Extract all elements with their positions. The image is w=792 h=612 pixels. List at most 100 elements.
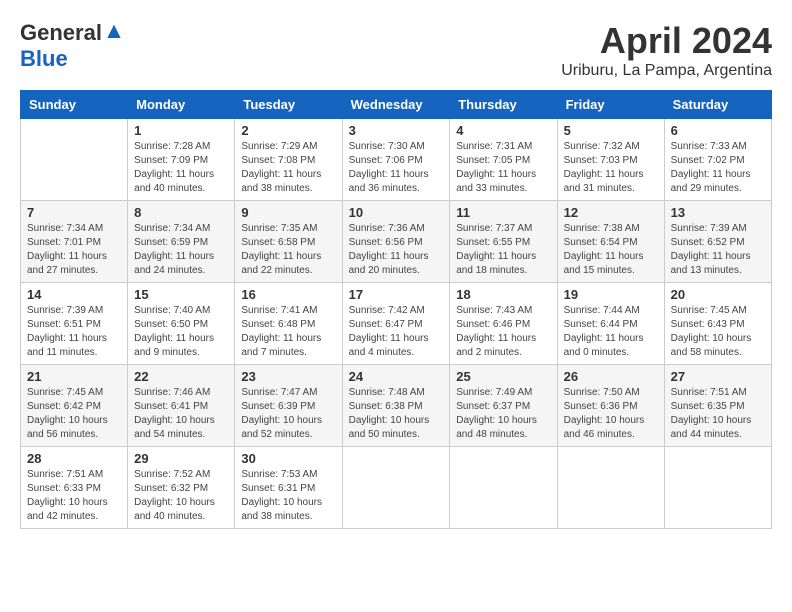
logo-general-text: General xyxy=(20,20,102,46)
calendar-week-row: 28 Sunrise: 7:51 AM Sunset: 6:33 PM Dayl… xyxy=(21,447,772,529)
calendar-cell: 9 Sunrise: 7:35 AM Sunset: 6:58 PM Dayli… xyxy=(235,201,342,283)
day-info: Sunrise: 7:30 AM Sunset: 7:06 PM Dayligh… xyxy=(349,140,444,196)
location-title: Uriburu, La Pampa, Argentina xyxy=(561,62,772,80)
day-info: Sunrise: 7:35 AM Sunset: 6:58 PM Dayligh… xyxy=(241,222,335,278)
day-number: 25 xyxy=(456,369,550,384)
day-number: 13 xyxy=(671,205,765,220)
calendar-header-row: SundayMondayTuesdayWednesdayThursdayFrid… xyxy=(21,91,772,119)
calendar-cell: 19 Sunrise: 7:44 AM Sunset: 6:44 PM Dayl… xyxy=(557,283,664,365)
calendar-cell: 17 Sunrise: 7:42 AM Sunset: 6:47 PM Dayl… xyxy=(342,283,450,365)
calendar-cell: 14 Sunrise: 7:39 AM Sunset: 6:51 PM Dayl… xyxy=(21,283,128,365)
day-info: Sunrise: 7:39 AM Sunset: 6:52 PM Dayligh… xyxy=(671,222,765,278)
calendar-cell: 23 Sunrise: 7:47 AM Sunset: 6:39 PM Dayl… xyxy=(235,365,342,447)
calendar-cell: 10 Sunrise: 7:36 AM Sunset: 6:56 PM Dayl… xyxy=(342,201,450,283)
calendar-cell: 25 Sunrise: 7:49 AM Sunset: 6:37 PM Dayl… xyxy=(450,365,557,447)
logo: General Blue xyxy=(20,20,124,72)
calendar-cell: 24 Sunrise: 7:48 AM Sunset: 6:38 PM Dayl… xyxy=(342,365,450,447)
day-number: 18 xyxy=(456,287,550,302)
day-number: 14 xyxy=(27,287,121,302)
day-number: 17 xyxy=(349,287,444,302)
day-info: Sunrise: 7:40 AM Sunset: 6:50 PM Dayligh… xyxy=(134,304,228,360)
day-number: 26 xyxy=(564,369,658,384)
day-number: 1 xyxy=(134,123,228,138)
day-info: Sunrise: 7:48 AM Sunset: 6:38 PM Dayligh… xyxy=(349,386,444,442)
calendar-cell xyxy=(342,447,450,529)
calendar-cell: 7 Sunrise: 7:34 AM Sunset: 7:01 PM Dayli… xyxy=(21,201,128,283)
day-info: Sunrise: 7:42 AM Sunset: 6:47 PM Dayligh… xyxy=(349,304,444,360)
calendar-cell xyxy=(664,447,771,529)
day-number: 6 xyxy=(671,123,765,138)
calendar-cell: 5 Sunrise: 7:32 AM Sunset: 7:03 PM Dayli… xyxy=(557,119,664,201)
day-number: 22 xyxy=(134,369,228,384)
day-info: Sunrise: 7:38 AM Sunset: 6:54 PM Dayligh… xyxy=(564,222,658,278)
day-info: Sunrise: 7:31 AM Sunset: 7:05 PM Dayligh… xyxy=(456,140,550,196)
calendar-cell: 29 Sunrise: 7:52 AM Sunset: 6:32 PM Dayl… xyxy=(128,447,235,529)
day-number: 8 xyxy=(134,205,228,220)
calendar-cell: 30 Sunrise: 7:53 AM Sunset: 6:31 PM Dayl… xyxy=(235,447,342,529)
day-number: 28 xyxy=(27,451,121,466)
day-info: Sunrise: 7:52 AM Sunset: 6:32 PM Dayligh… xyxy=(134,468,228,524)
calendar-cell: 21 Sunrise: 7:45 AM Sunset: 6:42 PM Dayl… xyxy=(21,365,128,447)
calendar-cell: 3 Sunrise: 7:30 AM Sunset: 7:06 PM Dayli… xyxy=(342,119,450,201)
weekday-header: Monday xyxy=(128,91,235,119)
weekday-header: Sunday xyxy=(21,91,128,119)
weekday-header: Wednesday xyxy=(342,91,450,119)
calendar-cell: 27 Sunrise: 7:51 AM Sunset: 6:35 PM Dayl… xyxy=(664,365,771,447)
day-info: Sunrise: 7:33 AM Sunset: 7:02 PM Dayligh… xyxy=(671,140,765,196)
title-area: April 2024 Uriburu, La Pampa, Argentina xyxy=(561,20,772,80)
day-info: Sunrise: 7:49 AM Sunset: 6:37 PM Dayligh… xyxy=(456,386,550,442)
calendar-cell: 13 Sunrise: 7:39 AM Sunset: 6:52 PM Dayl… xyxy=(664,201,771,283)
calendar-cell: 20 Sunrise: 7:45 AM Sunset: 6:43 PM Dayl… xyxy=(664,283,771,365)
day-info: Sunrise: 7:47 AM Sunset: 6:39 PM Dayligh… xyxy=(241,386,335,442)
day-number: 27 xyxy=(671,369,765,384)
day-info: Sunrise: 7:45 AM Sunset: 6:43 PM Dayligh… xyxy=(671,304,765,360)
day-number: 2 xyxy=(241,123,335,138)
day-number: 15 xyxy=(134,287,228,302)
calendar-cell: 6 Sunrise: 7:33 AM Sunset: 7:02 PM Dayli… xyxy=(664,119,771,201)
calendar-cell xyxy=(557,447,664,529)
calendar-cell: 26 Sunrise: 7:50 AM Sunset: 6:36 PM Dayl… xyxy=(557,365,664,447)
day-number: 11 xyxy=(456,205,550,220)
calendar-cell: 12 Sunrise: 7:38 AM Sunset: 6:54 PM Dayl… xyxy=(557,201,664,283)
calendar-cell: 1 Sunrise: 7:28 AM Sunset: 7:09 PM Dayli… xyxy=(128,119,235,201)
day-number: 19 xyxy=(564,287,658,302)
day-info: Sunrise: 7:51 AM Sunset: 6:33 PM Dayligh… xyxy=(27,468,121,524)
month-title: April 2024 xyxy=(561,20,772,62)
logo-icon xyxy=(104,23,124,43)
day-number: 21 xyxy=(27,369,121,384)
calendar-week-row: 21 Sunrise: 7:45 AM Sunset: 6:42 PM Dayl… xyxy=(21,365,772,447)
day-number: 5 xyxy=(564,123,658,138)
day-number: 7 xyxy=(27,205,121,220)
calendar-table: SundayMondayTuesdayWednesdayThursdayFrid… xyxy=(20,90,772,529)
day-number: 9 xyxy=(241,205,335,220)
day-info: Sunrise: 7:41 AM Sunset: 6:48 PM Dayligh… xyxy=(241,304,335,360)
calendar-cell: 15 Sunrise: 7:40 AM Sunset: 6:50 PM Dayl… xyxy=(128,283,235,365)
weekday-header: Tuesday xyxy=(235,91,342,119)
calendar-cell: 2 Sunrise: 7:29 AM Sunset: 7:08 PM Dayli… xyxy=(235,119,342,201)
day-number: 29 xyxy=(134,451,228,466)
day-info: Sunrise: 7:46 AM Sunset: 6:41 PM Dayligh… xyxy=(134,386,228,442)
day-info: Sunrise: 7:45 AM Sunset: 6:42 PM Dayligh… xyxy=(27,386,121,442)
calendar-cell: 4 Sunrise: 7:31 AM Sunset: 7:05 PM Dayli… xyxy=(450,119,557,201)
day-number: 3 xyxy=(349,123,444,138)
calendar-week-row: 7 Sunrise: 7:34 AM Sunset: 7:01 PM Dayli… xyxy=(21,201,772,283)
day-info: Sunrise: 7:29 AM Sunset: 7:08 PM Dayligh… xyxy=(241,140,335,196)
calendar-cell xyxy=(450,447,557,529)
weekday-header: Thursday xyxy=(450,91,557,119)
day-info: Sunrise: 7:50 AM Sunset: 6:36 PM Dayligh… xyxy=(564,386,658,442)
day-info: Sunrise: 7:39 AM Sunset: 6:51 PM Dayligh… xyxy=(27,304,121,360)
calendar-cell: 28 Sunrise: 7:51 AM Sunset: 6:33 PM Dayl… xyxy=(21,447,128,529)
day-info: Sunrise: 7:34 AM Sunset: 7:01 PM Dayligh… xyxy=(27,222,121,278)
day-info: Sunrise: 7:34 AM Sunset: 6:59 PM Dayligh… xyxy=(134,222,228,278)
calendar-cell: 16 Sunrise: 7:41 AM Sunset: 6:48 PM Dayl… xyxy=(235,283,342,365)
day-info: Sunrise: 7:43 AM Sunset: 6:46 PM Dayligh… xyxy=(456,304,550,360)
day-number: 20 xyxy=(671,287,765,302)
day-number: 4 xyxy=(456,123,550,138)
day-info: Sunrise: 7:32 AM Sunset: 7:03 PM Dayligh… xyxy=(564,140,658,196)
day-number: 10 xyxy=(349,205,444,220)
day-number: 16 xyxy=(241,287,335,302)
calendar-cell xyxy=(21,119,128,201)
day-number: 24 xyxy=(349,369,444,384)
calendar-cell: 8 Sunrise: 7:34 AM Sunset: 6:59 PM Dayli… xyxy=(128,201,235,283)
weekday-header: Friday xyxy=(557,91,664,119)
